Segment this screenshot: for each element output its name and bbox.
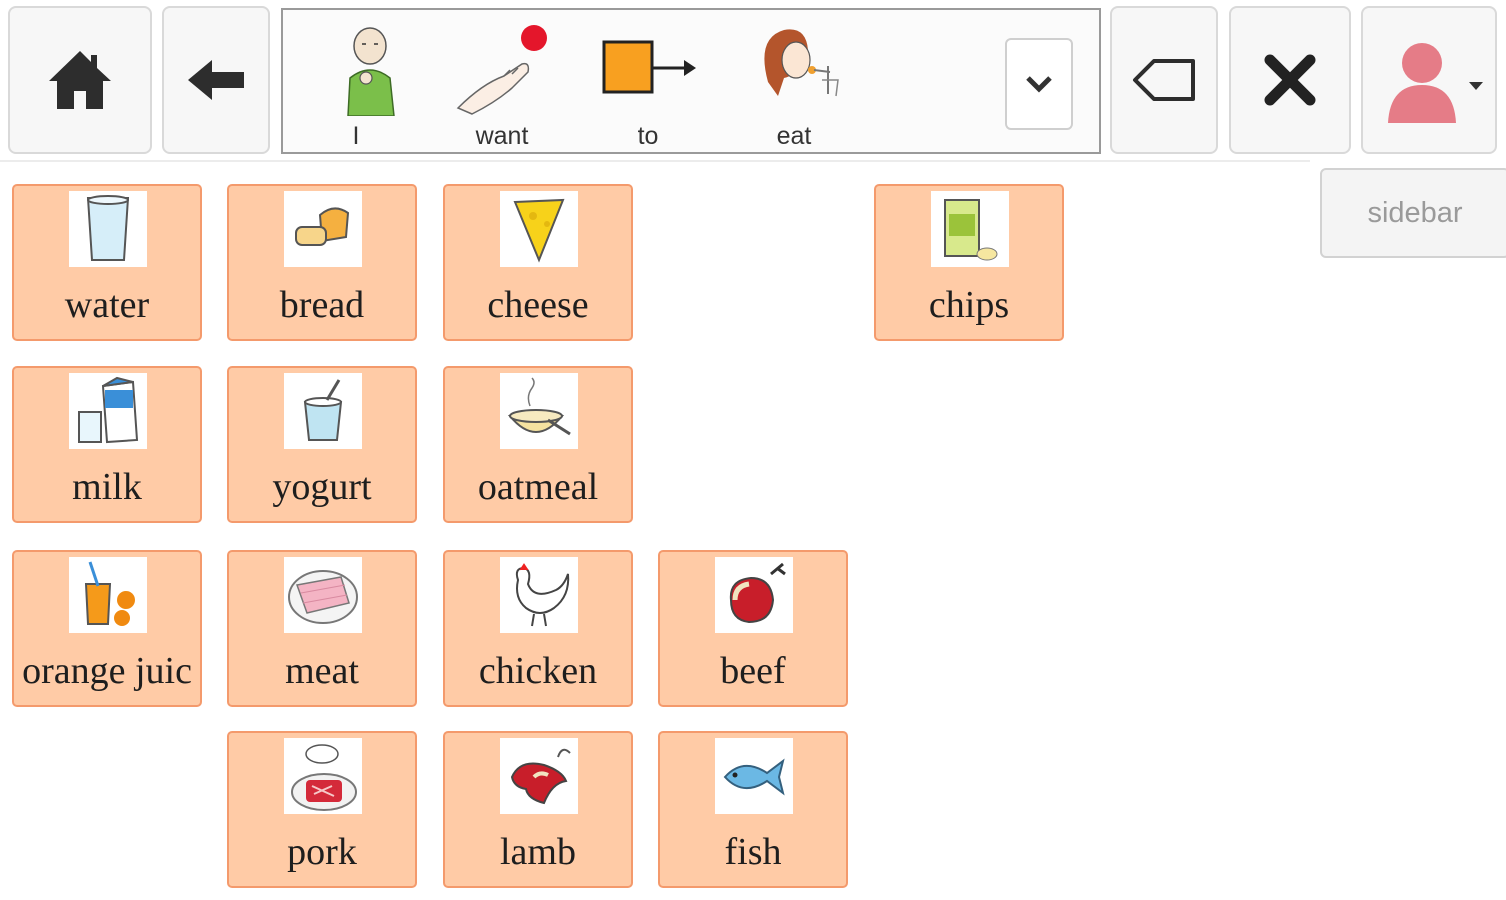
orange-juice-icon: [69, 557, 147, 633]
milk-carton-icon: [69, 373, 147, 449]
symbol-button-meat[interactable]: meat: [227, 550, 417, 707]
sentence-word-label: I: [352, 122, 360, 150]
bread-icon: [284, 191, 362, 267]
symbol-label: chips: [928, 284, 1010, 326]
symbol-button-cheese[interactable]: cheese: [443, 184, 633, 341]
beef-icon: [715, 557, 793, 633]
meat-icon: [284, 557, 362, 633]
symbol-label: milk: [72, 466, 142, 508]
symbol-label: water: [64, 284, 150, 326]
sentence-word[interactable]: want: [442, 16, 562, 150]
sentence-word[interactable]: to: [588, 16, 708, 150]
sentence-word-label: eat: [776, 122, 812, 150]
symbol-label: orange juic: [22, 650, 192, 692]
user-menu-button[interactable]: [1361, 6, 1497, 154]
want-hand-icon: [456, 25, 547, 115]
symbol-button-orange-juice[interactable]: orange juic: [12, 550, 202, 707]
symbol-button-oatmeal[interactable]: oatmeal: [443, 366, 633, 523]
sentence-dropdown-button[interactable]: [1005, 38, 1073, 130]
sentence-word[interactable]: eat: [734, 16, 854, 150]
lamb-icon: [500, 738, 578, 814]
symbol-button-bread[interactable]: bread: [227, 184, 417, 341]
symbol-button-lamb[interactable]: lamb: [443, 731, 633, 888]
symbol-button-chips[interactable]: chips: [874, 184, 1064, 341]
symbol-label: meat: [285, 650, 359, 692]
symbol-button-milk[interactable]: milk: [12, 366, 202, 523]
symbol-button-beef[interactable]: beef: [658, 550, 848, 707]
back-arrow-icon: [188, 60, 244, 100]
symbol-label: oatmeal: [477, 466, 599, 508]
home-icon: [49, 51, 111, 109]
symbol-label: bread: [279, 284, 365, 326]
symbol-button-pork[interactable]: pork: [227, 731, 417, 888]
oatmeal-bowl-icon: [500, 373, 578, 449]
back-button[interactable]: [162, 6, 270, 154]
symbol-label: lamb: [500, 831, 576, 873]
fish-icon: [715, 738, 793, 814]
arrow-to-icon: [602, 40, 696, 94]
symbol-button-chicken[interactable]: chicken: [443, 550, 633, 707]
symbol-button-fish[interactable]: fish: [658, 731, 848, 888]
clear-button[interactable]: [1229, 6, 1351, 154]
user-avatar-icon: [1388, 43, 1456, 123]
sidebar-toggle[interactable]: sidebar: [1320, 168, 1506, 258]
sentence-word[interactable]: I: [296, 16, 416, 150]
home-button[interactable]: [8, 6, 152, 154]
chicken-icon: [500, 557, 578, 633]
pork-icon: [284, 738, 362, 814]
close-icon: [1264, 54, 1316, 106]
person-pointing-self-icon: [347, 27, 395, 116]
symbol-label: yogurt: [272, 466, 372, 508]
backspace-icon: [1133, 59, 1195, 101]
symbol-label: pork: [287, 831, 357, 873]
symbol-label: beef: [720, 650, 786, 692]
sentence-bar[interactable]: I want to eat: [281, 8, 1101, 154]
eating-icon: [764, 29, 839, 97]
chips-bag-icon: [931, 191, 1009, 267]
backspace-button[interactable]: [1110, 6, 1218, 154]
sentence-word-label: want: [475, 122, 529, 150]
chevron-down-icon: [1026, 76, 1052, 93]
symbol-button-water[interactable]: water: [12, 184, 202, 341]
toolbar-divider: [0, 160, 1310, 162]
water-glass-icon: [69, 191, 147, 267]
caret-down-icon: [1469, 82, 1483, 90]
symbol-label: cheese: [487, 284, 589, 326]
yogurt-icon: [284, 373, 362, 449]
sentence-word-label: to: [637, 122, 659, 150]
sidebar-label: sidebar: [1367, 196, 1463, 229]
symbol-label: fish: [724, 831, 782, 873]
cheese-icon: [500, 191, 578, 267]
symbol-button-yogurt[interactable]: yogurt: [227, 366, 417, 523]
symbol-label: chicken: [478, 650, 598, 692]
